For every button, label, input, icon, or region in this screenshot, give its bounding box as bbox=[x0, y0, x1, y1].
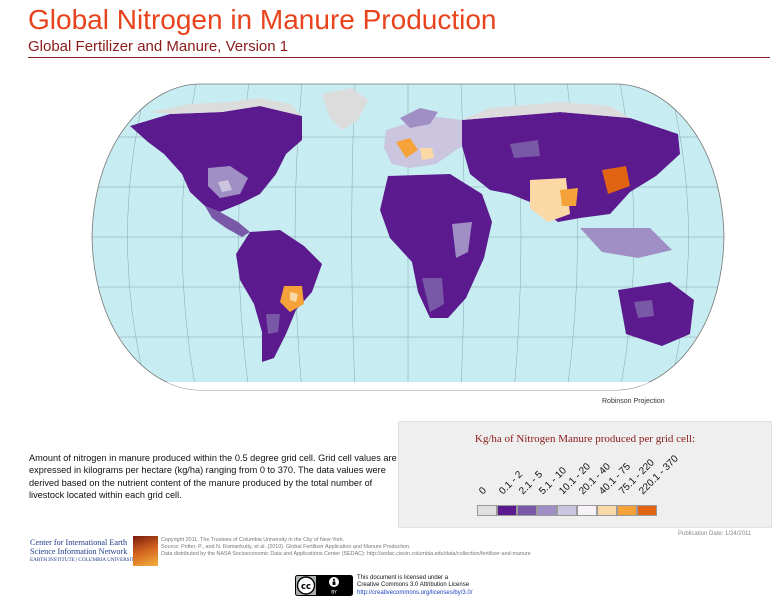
legend-swatch-8 bbox=[637, 505, 657, 516]
copyright-line: Copyright 2011. The Trustees of Columbia… bbox=[161, 537, 345, 543]
legend: Kg/ha of Nitrogen Manure produced per gr… bbox=[398, 421, 772, 528]
map-description: Amount of nitrogen in manure produced wi… bbox=[29, 453, 397, 500]
organization-name-line-2: Science Information Network bbox=[30, 547, 128, 556]
legend-swatch-1 bbox=[497, 505, 517, 516]
license-notice: This document is licensed under a Creati… bbox=[357, 575, 472, 597]
credits: Copyright 2011. The Trustees of Columbia… bbox=[161, 537, 531, 558]
map-subtitle: Global Fertilizer and Manure, Version 1 bbox=[28, 38, 289, 55]
legend-swatch-6 bbox=[597, 505, 617, 516]
map-title: Global Nitrogen in Manure Production bbox=[28, 4, 497, 35]
world-map bbox=[91, 83, 725, 391]
organization-affiliation: EARTH INSTITUTE | COLUMBIA UNIVERSITY bbox=[30, 557, 139, 563]
legend-swatch-0 bbox=[477, 505, 497, 516]
license-line-2: Creative Commons 3.0 Attribution License bbox=[357, 582, 470, 589]
organization-name-line-1: Center for International Earth bbox=[30, 538, 128, 547]
publication-date: Publication Date: 1/24/2011 bbox=[678, 531, 752, 537]
legend-swatch-3 bbox=[537, 505, 557, 516]
projection-label: Robinson Projection bbox=[602, 398, 665, 405]
antarctica bbox=[92, 382, 724, 390]
license-line-1: This document is licensed under a bbox=[357, 575, 449, 581]
map-thumbnail-image bbox=[133, 536, 158, 566]
legend-swatch-4 bbox=[557, 505, 577, 516]
legend-label-0: 0 bbox=[477, 485, 489, 497]
title-divider bbox=[28, 57, 770, 58]
license-badge-text: BY bbox=[331, 590, 337, 596]
legend-swatch-7 bbox=[617, 505, 637, 516]
creative-commons-badge-icon: cc BY bbox=[295, 575, 353, 596]
source-line: Source: Potter, P., and N. Ramankutty, e… bbox=[161, 544, 411, 550]
svg-text:cc: cc bbox=[301, 582, 311, 592]
legend-title: Kg/ha of Nitrogen Manure produced per gr… bbox=[474, 433, 696, 445]
distribution-line: Data distributed by the NASA Socioeconom… bbox=[161, 551, 531, 557]
legend-swatch-2 bbox=[517, 505, 537, 516]
legend-swatch-5 bbox=[577, 505, 597, 516]
license-link[interactable]: http://creativecommons.org/licenses/by/3… bbox=[357, 590, 472, 597]
